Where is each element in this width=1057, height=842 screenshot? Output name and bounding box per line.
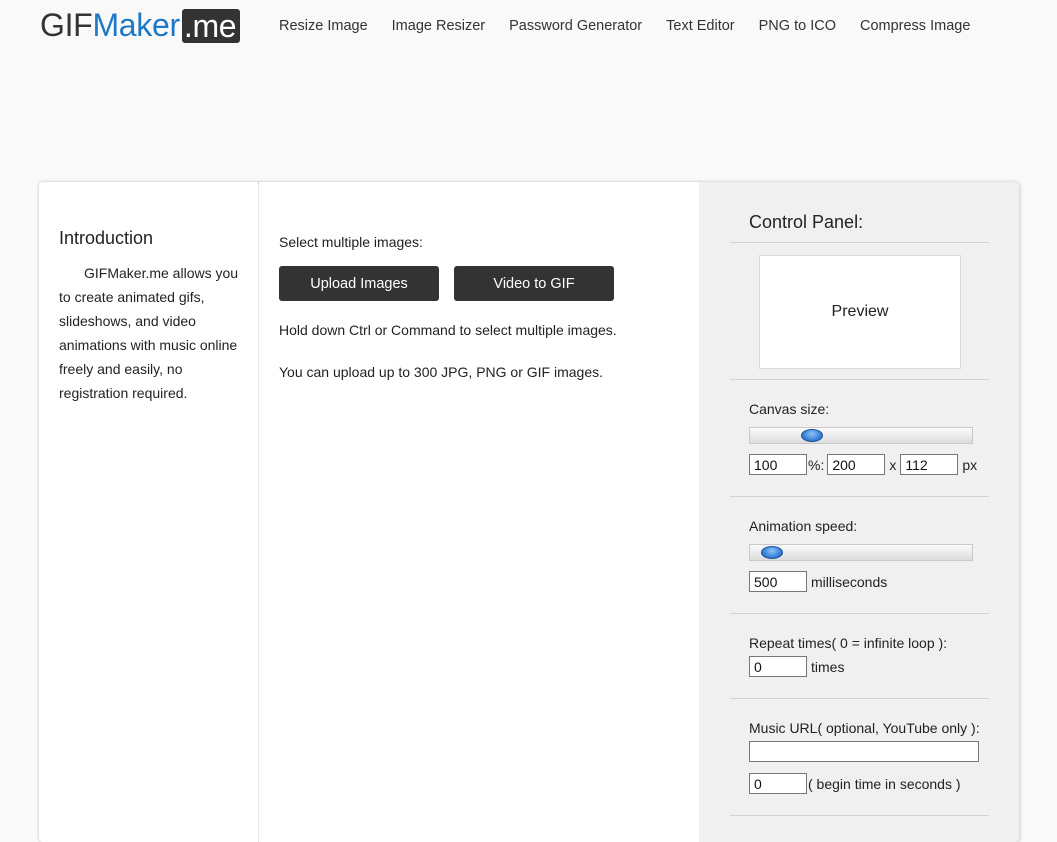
site-logo[interactable]: GIFMaker .me bbox=[40, 6, 241, 44]
music-begin-time-input[interactable] bbox=[749, 773, 807, 794]
canvas-size-slider[interactable] bbox=[749, 427, 973, 444]
divider bbox=[730, 496, 989, 497]
animation-speed-slider[interactable] bbox=[749, 544, 973, 561]
times-unit: times bbox=[811, 658, 845, 675]
control-panel: Control Panel: Preview Canvas size: %: x… bbox=[699, 182, 1019, 842]
site-header: GIFMaker .me Resize Image Image Resizer P… bbox=[0, 0, 1057, 60]
nav-compress-image[interactable]: Compress Image bbox=[860, 18, 970, 34]
milliseconds-unit: milliseconds bbox=[811, 573, 888, 590]
px-unit: px bbox=[962, 456, 978, 473]
animation-speed-label: Animation speed: bbox=[749, 518, 858, 534]
nav-resize-image[interactable]: Resize Image bbox=[279, 18, 368, 34]
divider bbox=[730, 242, 989, 243]
main-card: Introduction GIFMaker.me allows you to c… bbox=[39, 182, 1019, 842]
music-url-input[interactable] bbox=[749, 741, 979, 762]
animation-speed-input[interactable] bbox=[749, 571, 807, 592]
canvas-height-input[interactable] bbox=[900, 454, 959, 475]
canvas-width-input[interactable] bbox=[827, 454, 886, 475]
repeat-times-label: Repeat times( 0 = infinite loop ): bbox=[749, 635, 948, 651]
logo-maker: Maker bbox=[92, 7, 180, 43]
upload-button-row: Upload Images Video to GIF bbox=[279, 266, 700, 301]
nav-password-generator[interactable]: Password Generator bbox=[509, 18, 642, 34]
music-url-label: Music URL( optional, YouTube only ): bbox=[749, 720, 980, 736]
video-to-gif-button[interactable]: Video to GIF bbox=[454, 266, 614, 301]
multi-select-hint: Hold down Ctrl or Command to select mult… bbox=[279, 322, 617, 338]
select-images-label: Select multiple images: bbox=[279, 234, 423, 250]
intro-text: GIFMaker.me allows you to create animate… bbox=[59, 265, 239, 401]
canvas-size-slider-thumb[interactable] bbox=[801, 429, 824, 442]
nav-text-editor[interactable]: Text Editor bbox=[666, 18, 735, 34]
percent-suffix: %: bbox=[808, 456, 825, 473]
intro-title: Introduction bbox=[59, 228, 154, 248]
canvas-percent-input[interactable] bbox=[749, 454, 807, 475]
divider bbox=[730, 698, 989, 699]
upload-column: Select multiple images: Upload Images Vi… bbox=[260, 182, 700, 842]
animation-speed-fields: milliseconds bbox=[749, 571, 887, 592]
nav-png-to-ico[interactable]: PNG to ICO bbox=[759, 18, 836, 34]
divider bbox=[730, 613, 989, 614]
divider bbox=[730, 815, 989, 816]
animation-speed-slider-thumb[interactable] bbox=[761, 546, 784, 559]
music-begin-fields: ( begin time in seconds ) bbox=[749, 773, 961, 794]
repeat-times-input[interactable] bbox=[749, 656, 807, 677]
top-nav: Resize Image Image Resizer Password Gene… bbox=[279, 18, 994, 34]
music-url-field-row bbox=[749, 741, 979, 762]
dimension-separator: x bbox=[889, 456, 897, 473]
preview-label: Preview bbox=[831, 303, 889, 320]
upload-images-button[interactable]: Upload Images bbox=[279, 266, 439, 301]
divider bbox=[730, 379, 989, 380]
canvas-size-label: Canvas size: bbox=[749, 401, 830, 417]
canvas-size-fields: %: x px bbox=[749, 454, 977, 475]
begin-time-unit: ( begin time in seconds ) bbox=[808, 775, 961, 792]
repeat-times-fields: times bbox=[749, 656, 844, 677]
control-panel-title: Control Panel: bbox=[749, 212, 864, 232]
logo-gif: GIF bbox=[40, 7, 93, 43]
logo-me-badge: .me bbox=[181, 9, 241, 43]
upload-limit-hint: You can upload up to 300 JPG, PNG or GIF… bbox=[279, 364, 603, 380]
intro-column: Introduction GIFMaker.me allows you to c… bbox=[39, 182, 259, 842]
preview-box: Preview bbox=[759, 255, 961, 369]
nav-image-resizer[interactable]: Image Resizer bbox=[392, 18, 485, 34]
